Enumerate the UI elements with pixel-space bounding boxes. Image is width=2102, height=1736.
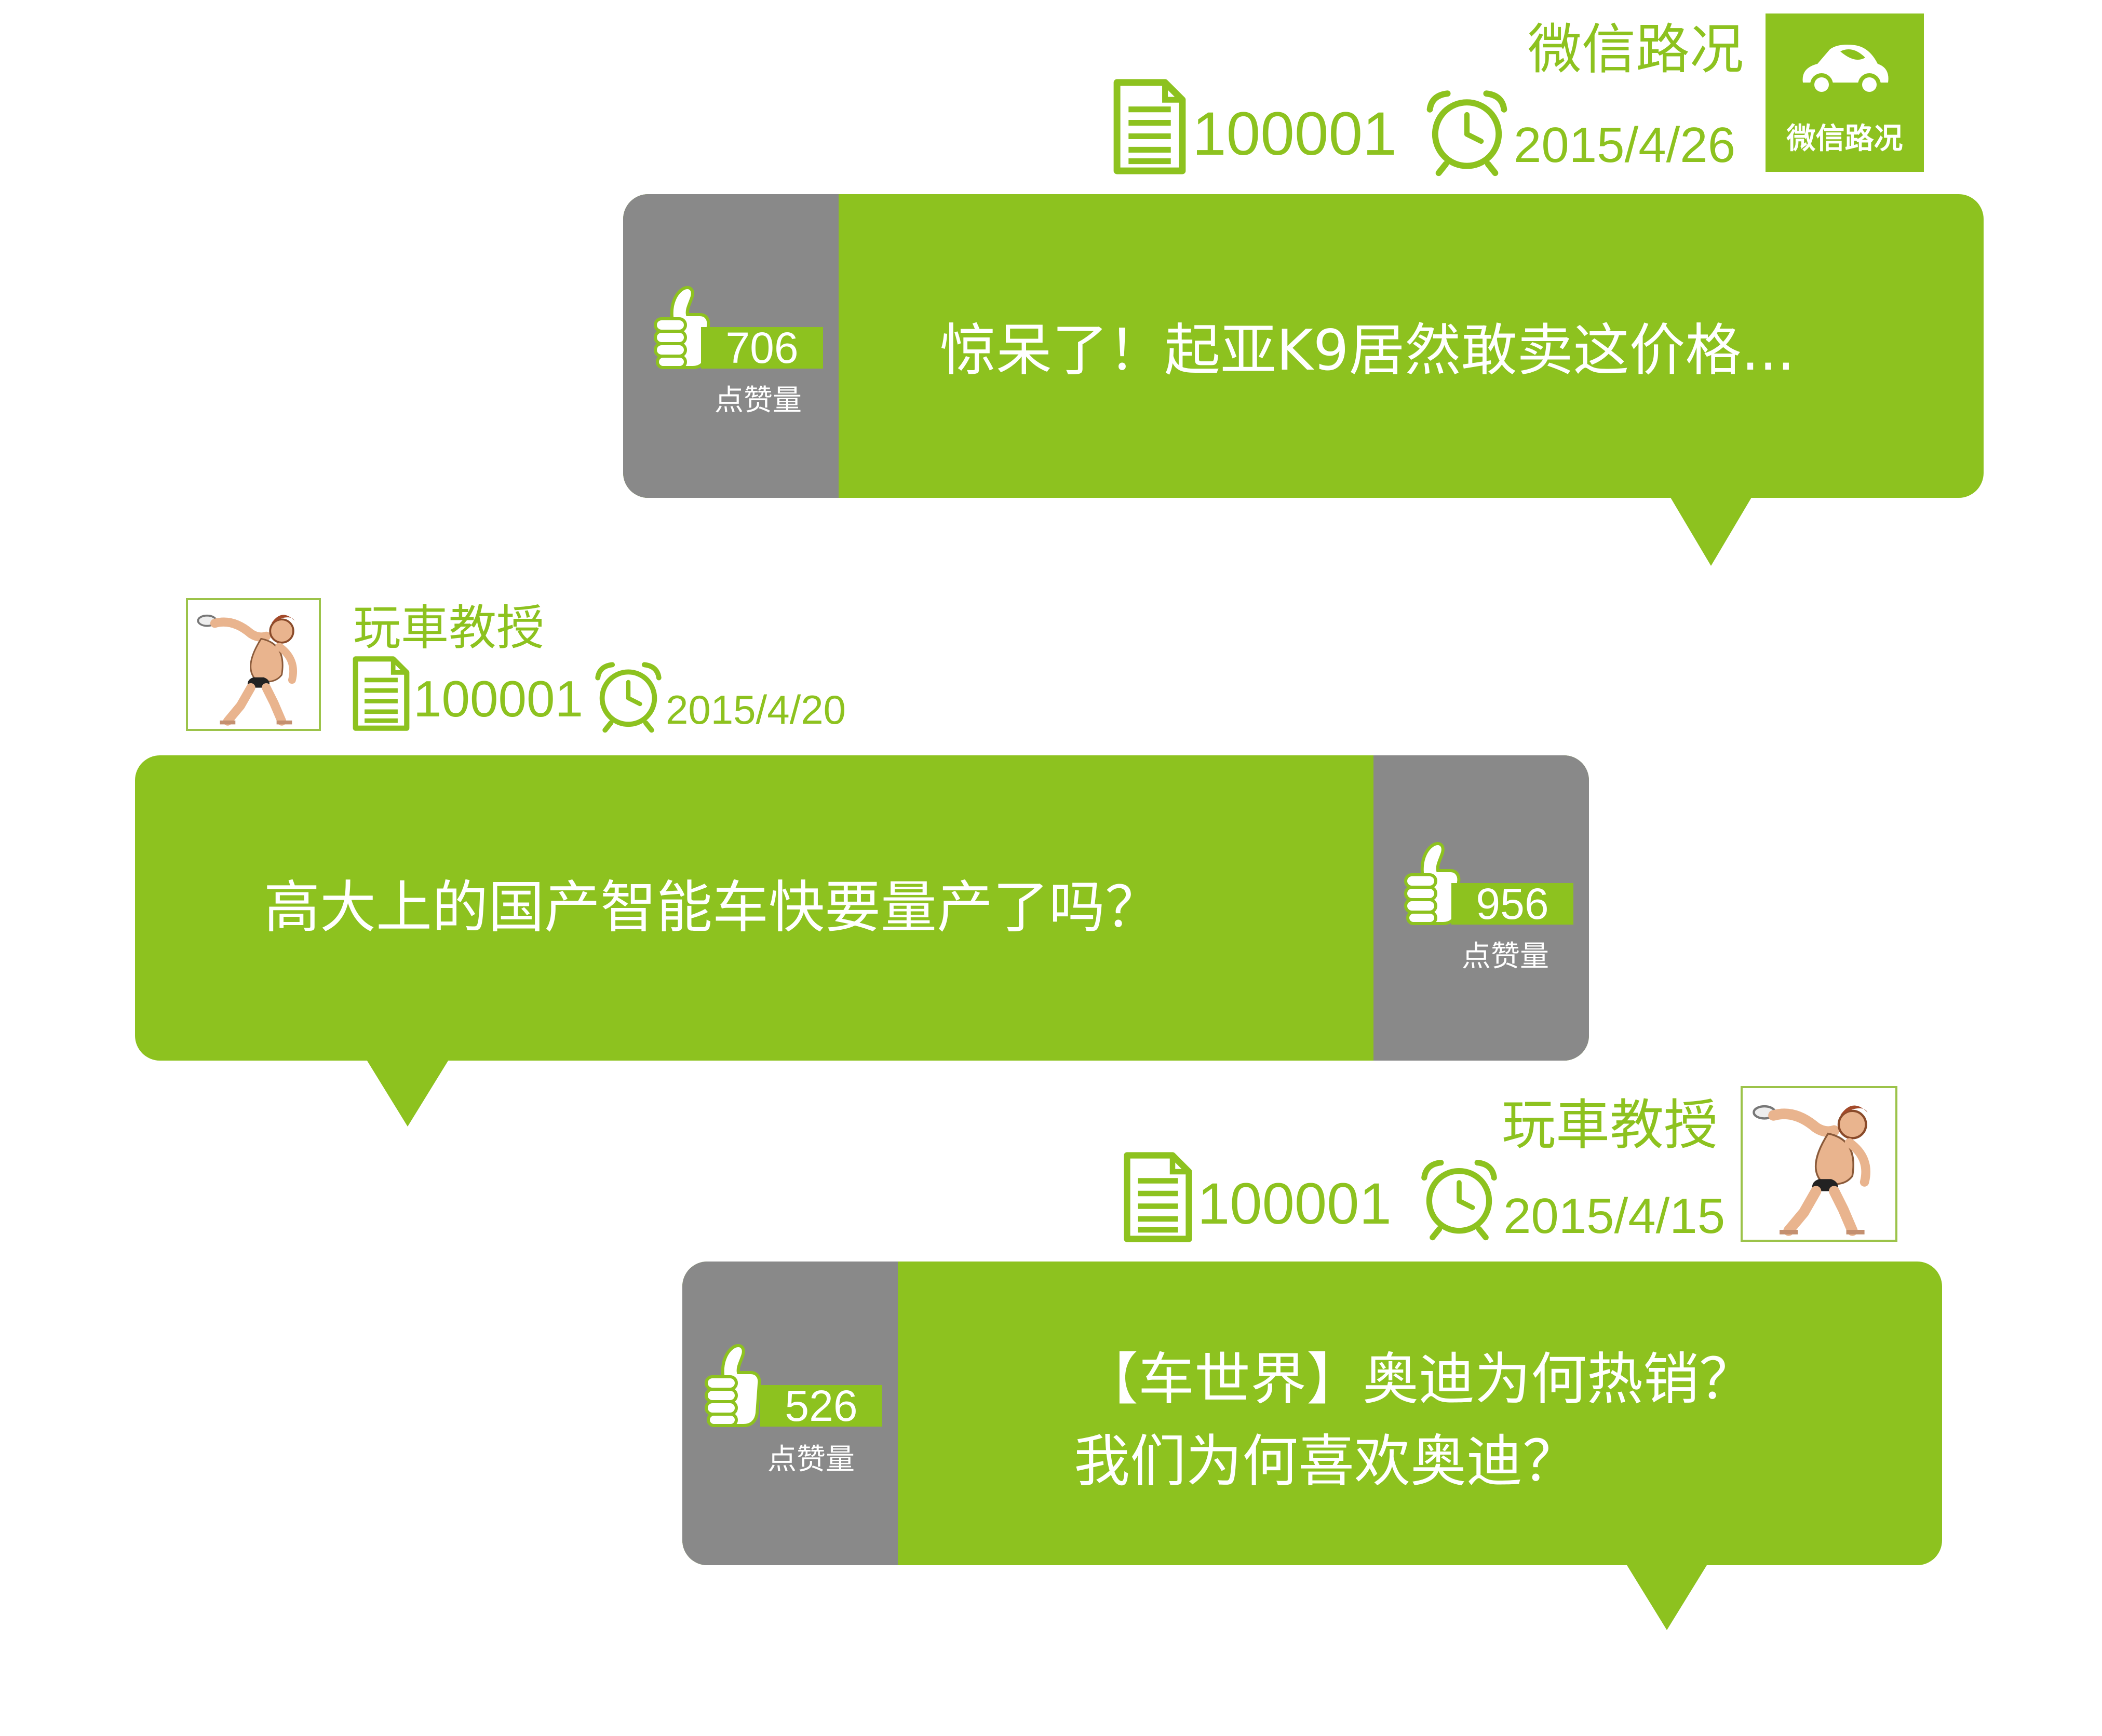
discus-thrower-icon (1743, 1088, 1895, 1240)
post-2-like-count: 956 (1451, 882, 1573, 926)
post-3-like-label: 点赞量 (767, 1443, 855, 1476)
post-3-avatar[interactable] (1741, 1086, 1897, 1242)
post-2-date: 2015/4/20 (666, 687, 846, 733)
post-2-avatar[interactable] (186, 598, 321, 731)
post-3-title-line-2[interactable]: 我们为何喜欢奥迪？ (1074, 1420, 1579, 1503)
document-icon (1122, 1151, 1194, 1243)
car-leaf-logo-icon (1802, 45, 1889, 96)
post-3-likes-panel[interactable]: 526 点赞量 (682, 1262, 898, 1565)
post-2-title[interactable]: 高大上的国产智能车快要量产了吗？ (264, 866, 1161, 950)
post-3-like-count: 526 (760, 1384, 882, 1428)
alarm-clock-icon (1423, 88, 1511, 177)
post-1-avatar[interactable]: 微信路况 (1766, 13, 1924, 172)
post-2-bubble[interactable]: 956 点赞量 高大上的国产智能车快要量产了吗？ (135, 755, 1589, 1061)
post-3-date: 2015/4/15 (1503, 1188, 1726, 1244)
post-2-id: 100001 (413, 670, 584, 727)
document-icon (351, 655, 411, 732)
document-icon (1111, 78, 1188, 175)
post-1-like-label: 点赞量 (715, 384, 802, 417)
post-3-bubble-tail (1625, 1563, 1708, 1630)
alarm-clock-icon (592, 660, 665, 733)
post-1-author: 微信路况 (1527, 18, 1744, 81)
post-2-bubble-tail (366, 1059, 449, 1127)
post-2-likes-panel[interactable]: 956 点赞量 (1373, 755, 1589, 1061)
post-2-like-label: 点赞量 (1462, 940, 1549, 973)
logo-text: 微信路况 (1786, 122, 1903, 156)
post-1-id: 100001 (1192, 100, 1397, 168)
discus-thrower-icon (188, 600, 319, 729)
post-2-author: 玩車教授 (353, 600, 545, 656)
post-3-author: 玩車教授 (1501, 1093, 1718, 1157)
post-1-date: 2015/4/26 (1514, 117, 1736, 173)
post-1-title[interactable]: 惊呆了！起亚K9居然敢卖这价格... (940, 309, 1795, 392)
post-1-likes-panel[interactable]: 706 点赞量 (623, 194, 839, 498)
post-1-bubble-tail (1669, 496, 1753, 566)
post-3-bubble[interactable]: 526 点赞量 【车世界】奥迪为何热销？ 我们为何喜欢奥迪？ (682, 1262, 1942, 1565)
thumbs-up-icon (703, 1340, 765, 1429)
post-1-like-count: 706 (701, 326, 823, 370)
post-3-id: 100001 (1197, 1171, 1392, 1236)
post-1-bubble[interactable]: 706 点赞量 惊呆了！起亚K9居然敢卖这价格... (623, 194, 1984, 498)
alarm-clock-icon (1418, 1158, 1501, 1241)
post-3-title-line-1[interactable]: 【车世界】奥迪为何热销？ (1082, 1338, 1755, 1421)
